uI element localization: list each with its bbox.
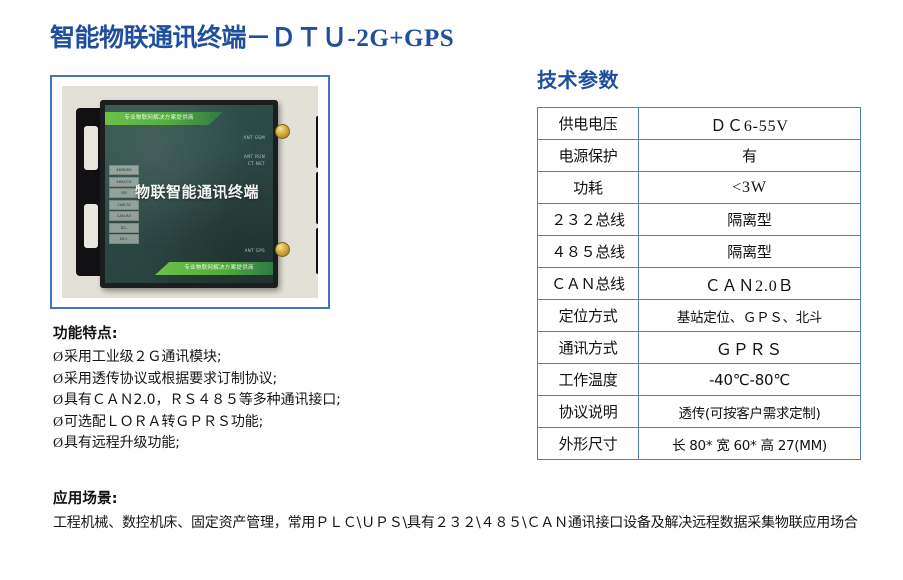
spec-row-value: 透传(可按客户需求定制) [638,395,861,428]
application-heading: 应用场景: [53,491,118,507]
spec-row-key: 协议说明 [537,395,639,428]
spec-row-value: 长 80* 宽 60* 高 27(MM) [638,427,861,460]
bullet-icon: Ø [53,350,64,365]
bracket-slot-bottom [84,204,98,248]
feature-item: Ø采用透传协议或根据要求订制协议; [53,369,523,391]
device-faceplate: 专业物联网解决方案提供商 485B/RX 485A/TX RD CAN-TX C… [105,105,273,283]
bracket-slot-top [84,126,98,170]
features-section: 功能特点: Ø采用工业级２Ｇ通讯模块; Ø采用透传协议或根据要求订制协议; Ø具… [53,322,523,455]
page-title-cn: 智能物联通讯终端 [50,23,247,52]
spec-row: 工作温度 -40℃-80℃ [537,363,861,396]
spec-row: 通讯方式 ＧＰＲＳ [537,331,861,364]
terminal-label: DC- [109,222,139,233]
spec-row: 定位方式 基站定位、ＧＰＳ、北斗 [537,299,861,332]
spec-row-key: ＣＡＮ总线 [537,267,639,300]
feature-item-text: 可选配ＬＯＲＡ转ＧＰＲＳ功能; [64,413,264,430]
spec-table-body: 供电电压 ＤＣ6-55V 电源保护有功耗 <3W ２３２总线 隔离型 ４８５总线 隔离型 ＣＡＮ… [537,107,861,460]
spec-row: ４８５总线 隔离型 [537,235,861,268]
feature-item: Ø具有ＣＡＮ2.0，ＲＳ４８５等多种通讯接口; [53,390,523,412]
spec-row-key: 供电电压 [537,107,639,140]
terminal-label: DC+ [109,234,139,244]
bullet-icon: Ø [53,436,64,451]
spec-row: ２３２总线 隔离型 [537,203,861,236]
sma-antenna-connector-gsm [275,124,290,139]
spec-row-value: -40℃-80℃ [638,363,861,396]
feature-item: Ø具有远程升级功能; [53,433,523,455]
spec-row-value: <3W [638,171,861,204]
feature-item-text: 具有ＣＡＮ2.0，ＲＳ４８５等多种通讯接口; [64,392,341,408]
feature-item-text: 具有远程升级功能; [64,435,180,451]
device-body: 专业物联网解决方案提供商 485B/RX 485A/TX RD CAN-TX C… [100,100,278,288]
product-photo: 专业物联网解决方案提供商 485B/RX 485A/TX RD CAN-TX C… [62,86,318,298]
antenna-gps-label: ANT GPS [244,248,265,253]
spec-row-value: ＣＡＮ2.0Ｂ [638,267,861,300]
spec-row: 外形尺寸长 80* 宽 60* 高 27(MM) [537,427,861,460]
bullet-icon: Ø [53,371,64,387]
spec-row: 供电电压 ＤＣ6-55V [537,107,861,140]
feature-item-text: 采用工业级２Ｇ通讯模块; [64,349,222,365]
feature-item-text: 采用透传协议或根据要求订制协议; [64,370,278,387]
device-banner-top: 专业物联网解决方案提供商 [105,112,223,125]
status-led-label: ANT RUN CT NET [243,154,265,166]
spec-row-value: 隔离型 [638,235,861,268]
bullet-icon: Ø [53,414,64,430]
spec-row-key: ４８５总线 [537,235,639,268]
spec-table: 供电电压 ＤＣ6-55V 电源保护有功耗 <3W ２３２总线 隔离型 ４８５总线 隔离型 ＣＡＮ… [537,107,861,460]
spec-row-key: 功耗 [537,171,639,204]
device-brand-label: 物联智能通讯终端 [134,183,259,201]
feature-item: Ø可选配ＬＯＲＡ转ＧＰＲＳ功能; [53,412,523,434]
connector-block-top [316,116,318,168]
connector-block-bottom [316,228,318,274]
terminal-block: 485B/RX 485A/TX RD CAN-TX CAN-RX DC- DC+ [109,165,139,246]
features-heading: 功能特点: [53,326,118,342]
sma-antenna-connector-gps [275,242,290,257]
spec-row-value: 有 [638,139,861,172]
spec-row-key: 电源保护 [537,139,639,172]
feature-item: Ø采用工业级２Ｇ通讯模块; [53,347,523,369]
page-title-model: ＤＴＵ-2G+GPS [271,25,455,52]
bullet-icon: Ø [53,393,64,408]
page-title: 智能物联通讯终端－ＤＴＵ-2G+GPS [50,18,454,54]
device-banner-bottom: 专业物联网解决方案提供商 [155,262,273,275]
terminal-label: CAN-RX [109,211,139,221]
spec-row-value: ＧＰＲＳ [638,331,861,364]
spec-row-value: 隔离型 [638,203,861,236]
spec-row: 协议说明 透传(可按客户需求定制) [537,395,861,428]
terminal-label: 485B/RX [109,165,139,175]
connector-block-middle [316,172,318,224]
spec-row: 电源保护有 [537,139,861,172]
spec-row: ＣＡＮ总线 ＣＡＮ2.0Ｂ [537,267,861,300]
product-photo-frame: 专业物联网解决方案提供商 485B/RX 485A/TX RD CAN-TX C… [50,75,330,309]
spec-row-value: 基站定位、ＧＰＳ、北斗 [638,299,861,332]
antenna-gsm-label: ANT GSM [243,135,265,140]
spec-row-key: ２３２总线 [537,203,639,236]
spec-row-value: ＤＣ6-55V [638,107,861,140]
spec-table-title: 技术参数 [537,68,619,92]
application-section: 应用场景: 工程机械、数控机床、固定资产管理，常用ＰＬＣ\ＵＰＳ\具有２３２\４… [53,487,863,534]
spec-row-key: 定位方式 [537,299,639,332]
spec-row-key: 外形尺寸 [537,427,639,460]
spec-row: 功耗 <3W [537,171,861,204]
spec-row-key: 工作温度 [537,363,639,396]
page-title-separator: － [246,23,272,52]
spec-row-key: 通讯方式 [537,331,639,364]
application-body: 工程机械、数控机床、固定资产管理，常用ＰＬＣ\ＵＰＳ\具有２３２\４８５\ＣＡＮ… [53,515,858,531]
